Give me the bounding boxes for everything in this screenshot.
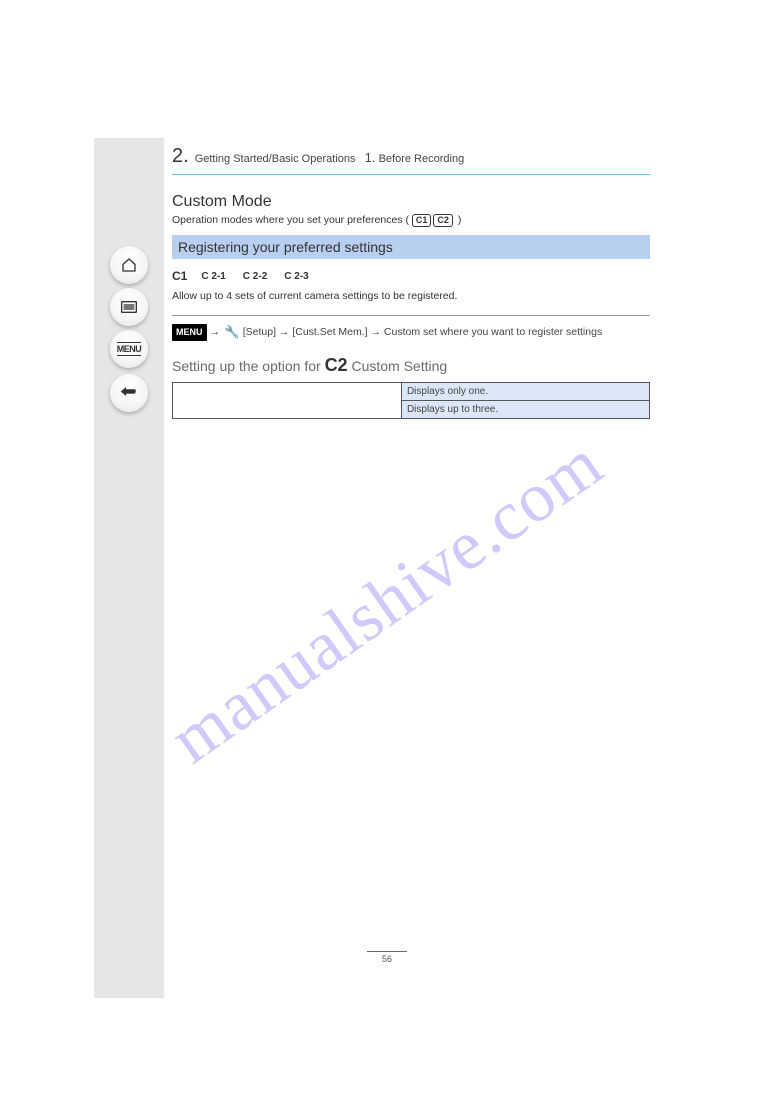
opt-cell: Displays up to three. bbox=[401, 401, 649, 419]
table-title: Setting up the option for C2 Custom Sett… bbox=[172, 355, 650, 376]
menu-button[interactable]: MENU bbox=[110, 330, 148, 368]
intro-description: Operation modes where you set your prefe… bbox=[172, 213, 650, 227]
c2-label: C2 bbox=[325, 355, 348, 375]
mode-list: C1 C 2-1 C 2-2 C 2-3 bbox=[172, 269, 650, 283]
section-text: Getting Started/Basic Operations 1. Befo… bbox=[195, 150, 465, 165]
menu-chip-icon: MENU bbox=[172, 324, 207, 341]
options-table: Displays only one. Displays up to three. bbox=[172, 382, 650, 419]
divider-grey bbox=[172, 315, 650, 316]
watermark: manualshive.com bbox=[156, 424, 617, 780]
page-content: 2. Getting Started/Basic Operations 1. B… bbox=[172, 145, 650, 419]
section-number: 2. bbox=[172, 145, 189, 168]
sidebar: MENU bbox=[94, 138, 164, 998]
menu-path: MENU → 🔧 [Setup] → [Cust.Set Mem.] → Cus… bbox=[172, 324, 650, 341]
menu-label: MENU bbox=[117, 342, 142, 356]
breadcrumb: 2. Getting Started/Basic Operations 1. B… bbox=[172, 145, 650, 168]
c2-box-icon: C2 bbox=[433, 214, 453, 227]
list-button[interactable] bbox=[110, 288, 148, 326]
mode-c21: C 2-1 bbox=[201, 271, 225, 282]
home-button[interactable] bbox=[110, 246, 148, 284]
page-number: 56 bbox=[382, 954, 392, 964]
divider bbox=[172, 174, 650, 175]
mode-c23: C 2-3 bbox=[284, 271, 308, 282]
back-button[interactable] bbox=[110, 374, 148, 412]
register-text: Allow up to 4 sets of current camera set… bbox=[172, 289, 650, 303]
opt-cell: Displays only one. bbox=[401, 383, 649, 401]
page-footer: 56 bbox=[0, 951, 774, 964]
wrench-icon: 🔧 bbox=[225, 324, 240, 341]
subsection-heading: Registering your preferred settings bbox=[172, 235, 650, 259]
mode-c22: C 2-2 bbox=[243, 271, 267, 282]
mode-c1: C1 bbox=[172, 269, 187, 283]
page-title: Custom Mode bbox=[172, 193, 650, 211]
c1-box-icon: C1 bbox=[412, 214, 432, 227]
